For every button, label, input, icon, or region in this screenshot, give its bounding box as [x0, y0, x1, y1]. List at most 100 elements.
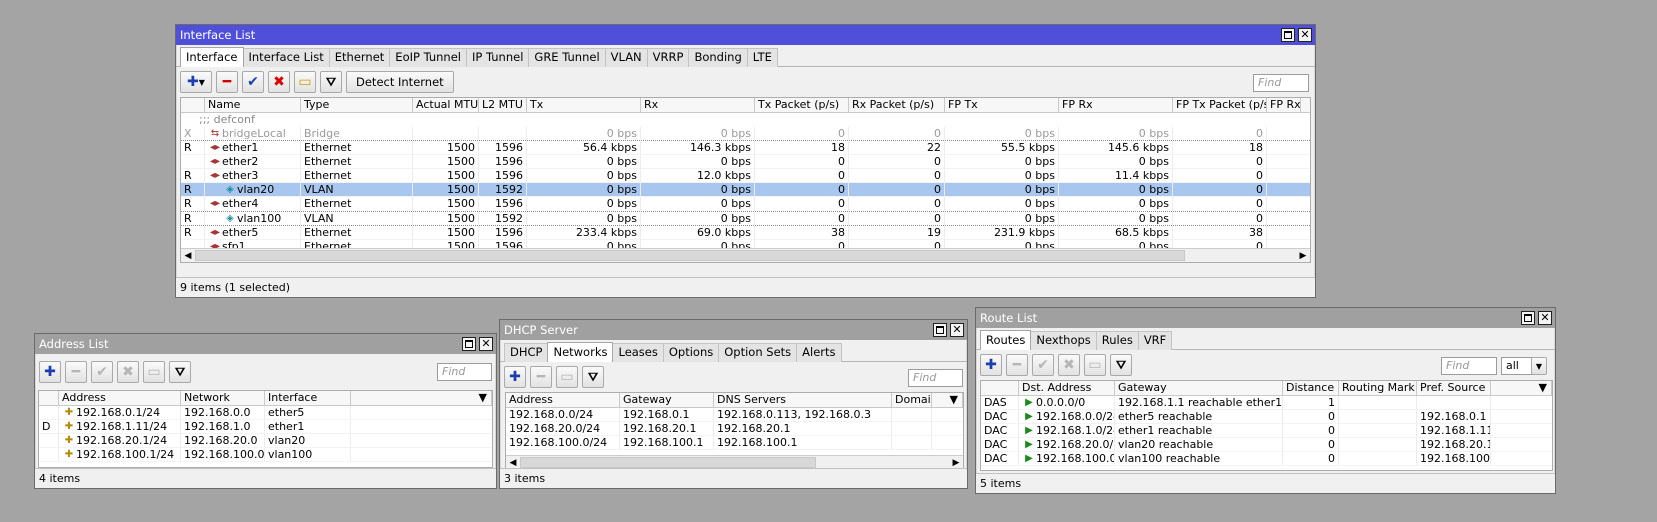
maximize-button[interactable] — [462, 337, 476, 351]
column-header[interactable] — [981, 381, 1019, 395]
dhcp-server-titlebar[interactable]: DHCP Server ✕ — [500, 320, 967, 340]
horizontal-scrollbar[interactable]: ◀ ▶ — [181, 248, 1310, 262]
tab-alerts[interactable]: Alerts — [796, 343, 842, 362]
column-menu-icon[interactable]: ▼ — [351, 391, 492, 405]
column-header[interactable]: Actual MTU — [413, 98, 479, 112]
tab-eoip-tunnel[interactable]: EoIP Tunnel — [389, 48, 467, 67]
column-header[interactable] — [181, 98, 205, 112]
maximize-button[interactable] — [1521, 311, 1535, 325]
column-header[interactable]: Type — [301, 98, 413, 112]
comment-button[interactable]: ▭ — [294, 71, 316, 93]
search-input[interactable]: Find — [908, 369, 963, 387]
table-row[interactable]: DAS ▶ 0.0.0.0/0 192.168.1.1 reachable ether… — [981, 396, 1552, 411]
table-row[interactable]: 192.168.100.0/24 192.168.100.1 192.168.100… — [506, 436, 963, 451]
close-button[interactable]: ✕ — [950, 323, 964, 337]
remove-button[interactable]: ━ — [65, 361, 87, 383]
table-row[interactable]: ✚ 192.168.20.1/24 192.168.20.0 vlan20 — [39, 434, 492, 449]
interface-list-titlebar[interactable]: Interface List ✕ — [176, 25, 1315, 45]
enable-button[interactable]: ✔ — [242, 71, 264, 93]
enable-button[interactable]: ✔ — [1032, 354, 1054, 376]
chevron-down-icon[interactable]: ▼ — [1531, 357, 1547, 375]
tab-lte[interactable]: LTE — [746, 48, 778, 67]
tab-rules[interactable]: Rules — [1095, 331, 1139, 350]
column-header[interactable]: FP Tx Packet (p/s) — [1173, 98, 1267, 112]
close-button[interactable]: ✕ — [479, 337, 493, 351]
tab-interface-list[interactable]: Interface List — [242, 48, 330, 67]
column-header[interactable]: Rx Packet (p/s) — [849, 98, 945, 112]
table-row[interactable]: ✚ 192.168.100.1/24 192.168.100.0 vlan100 — [39, 448, 492, 463]
scroll-thumb[interactable] — [195, 250, 1185, 261]
column-header[interactable] — [39, 391, 59, 405]
column-header[interactable]: Gateway — [620, 393, 714, 407]
filter-button[interactable]: ⛛ — [169, 361, 191, 383]
search-input[interactable]: Find — [437, 363, 492, 381]
table-row[interactable]: 192.168.0.0/24 192.168.0.1 192.168.0.113, … — [506, 408, 963, 423]
maximize-button[interactable] — [933, 323, 947, 337]
tab-gre-tunnel[interactable]: GRE Tunnel — [528, 48, 606, 67]
close-button[interactable]: ✕ — [1298, 28, 1312, 42]
table-row[interactable]: R ◂▸ ether1 Ethernet 1500 1596 56.4 kbps 146.3 … — [181, 141, 1310, 156]
column-header[interactable]: Address — [59, 391, 181, 405]
tab-routes[interactable]: Routes — [980, 330, 1032, 350]
tab-dhcp[interactable]: DHCP — [504, 343, 549, 362]
table-row[interactable]: DAC ▶ 192.168.1.0/24 ether1 reachable 0 192.1… — [981, 424, 1552, 439]
column-header[interactable]: Dst. Address — [1019, 381, 1115, 395]
filter-button[interactable]: ⛛ — [320, 71, 342, 93]
table-row[interactable]: ◂▸ ether2 Ethernet 1500 1596 0 bps 0 bps 0 0 0 bp… — [181, 155, 1310, 170]
column-menu-icon[interactable]: ▼ — [1491, 381, 1552, 395]
add-button[interactable]: ✚ ▼ — [180, 71, 212, 93]
column-header[interactable]: FP Rx — [1267, 98, 1301, 112]
routing-table-select[interactable]: all — [1501, 357, 1533, 375]
address-list-titlebar[interactable]: Address List ✕ — [35, 334, 496, 354]
column-header[interactable]: Routing Mark — [1339, 381, 1417, 395]
column-header[interactable]: FP Tx — [945, 98, 1059, 112]
scroll-left-icon[interactable]: ◀ — [506, 458, 520, 468]
tab-ethernet[interactable]: Ethernet — [328, 48, 391, 67]
column-header[interactable]: Address — [506, 393, 620, 407]
close-button[interactable]: ✕ — [1538, 311, 1552, 325]
disable-button[interactable]: ✖ — [1058, 354, 1080, 376]
column-header[interactable]: Domain — [892, 393, 932, 407]
column-header[interactable]: Tx — [527, 98, 641, 112]
tab-vlan[interactable]: VLAN — [604, 48, 648, 67]
table-row[interactable]: ✚ 192.168.0.1/24 192.168.0.0 ether5 — [39, 406, 492, 421]
add-button[interactable]: ✚ — [504, 366, 526, 388]
column-header[interactable]: FP Rx — [1059, 98, 1173, 112]
tab-vrrp[interactable]: VRRP — [646, 48, 690, 67]
enable-button[interactable]: ✔ — [91, 361, 113, 383]
add-button[interactable]: ✚ — [39, 361, 61, 383]
remove-button[interactable]: ━ — [530, 366, 552, 388]
table-row[interactable]: R ◂▸ ether3 Ethernet 1500 1596 0 bps 12.0 kbps 0… — [181, 169, 1310, 184]
remove-button[interactable]: ━ — [1006, 354, 1028, 376]
tab-interface[interactable]: Interface — [180, 47, 244, 67]
table-row[interactable]: DAC▶192.168.100.0...vlan100 reachable019… — [981, 452, 1552, 467]
tab-option-sets[interactable]: Option Sets — [718, 343, 798, 362]
maximize-button[interactable] — [1281, 28, 1295, 42]
tab-bonding[interactable]: Bonding — [688, 48, 748, 67]
detect-internet-button[interactable]: Detect Internet — [346, 71, 454, 93]
tab-leases[interactable]: Leases — [612, 343, 664, 362]
comment-button[interactable]: ▭ — [1084, 354, 1106, 376]
column-header[interactable]: Network — [181, 391, 265, 405]
tab-ip-tunnel[interactable]: IP Tunnel — [466, 48, 530, 67]
search-input[interactable]: Find — [1441, 357, 1497, 375]
table-row[interactable]: R ◂▸ ether5 Ethernet 1500 1596 233.4 kbps 69.0 … — [181, 225, 1310, 240]
table-row[interactable]: DAC ▶ 192.168.0.0/24 ether5 reachable 0 192.1… — [981, 410, 1552, 425]
column-header[interactable]: Distance — [1283, 381, 1339, 395]
column-menu-icon[interactable]: ▼ — [932, 393, 963, 407]
column-header[interactable]: Gateway — [1115, 381, 1283, 395]
comment-button[interactable]: ▭ — [556, 366, 578, 388]
scroll-thumb[interactable] — [520, 457, 816, 468]
column-header[interactable]: Rx — [641, 98, 755, 112]
column-header[interactable]: Name — [205, 98, 301, 112]
search-input[interactable]: Find — [1253, 74, 1309, 92]
horizontal-scrollbar[interactable]: ◀ ▶ — [506, 455, 963, 469]
table-row[interactable]: D ✚ 192.168.1.11/24 192.168.1.0 ether1 — [39, 420, 492, 435]
table-row[interactable]: R ◈ vlan100 VLAN 1500 1592 0 bps 0 bps 0 0 0 bps 0 … — [181, 211, 1310, 226]
column-header[interactable]: Tx Packet (p/s) — [755, 98, 849, 112]
disable-button[interactable]: ✖ — [117, 361, 139, 383]
filter-button[interactable]: ⛛ — [582, 366, 604, 388]
table-row[interactable]: R ◂▸ ether4 Ethernet 1500 1596 0 bps 0 bps 0 0 0 b… — [181, 197, 1310, 212]
tab-networks[interactable]: Networks — [547, 342, 614, 362]
scroll-right-icon[interactable]: ▶ — [1296, 251, 1310, 261]
